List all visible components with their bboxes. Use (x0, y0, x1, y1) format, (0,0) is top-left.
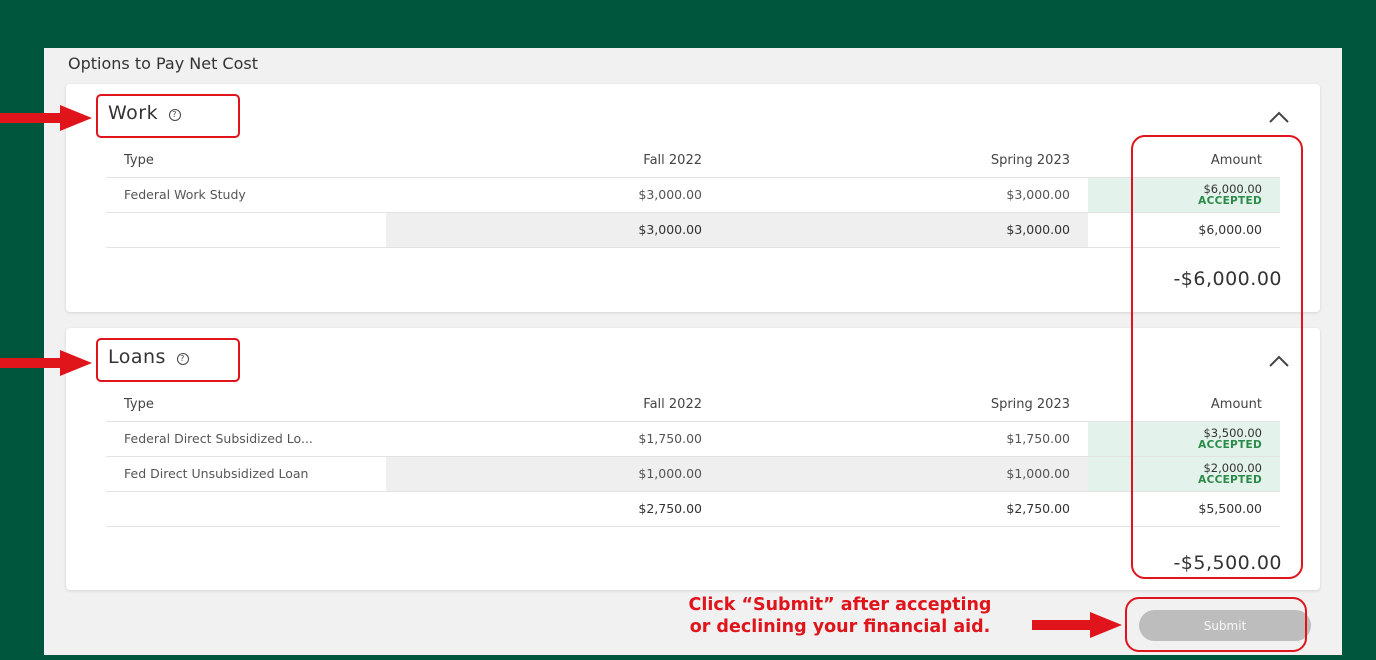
work-section-title: Work ? (96, 94, 240, 138)
column-header-type: Type (106, 389, 386, 422)
table-header-row: Type Fall 2022 Spring 2023 Amount (106, 145, 1280, 178)
table-row: Federal Work Study $3,000.00 $3,000.00 $… (106, 177, 1280, 213)
fall-amount: $3,000.00 (386, 177, 704, 213)
help-icon[interactable]: ? (168, 109, 181, 121)
table-row: Federal Direct Subsidized Lo... $1,750.0… (106, 421, 1280, 457)
column-header-fall: Fall 2022 (386, 145, 704, 178)
arrow-right-icon (1032, 612, 1122, 638)
totals-label-cell (106, 212, 386, 248)
column-header-spring: Spring 2023 (704, 145, 1088, 178)
arrow-right-icon (0, 105, 92, 131)
fall-amount: $1,750.00 (386, 421, 704, 457)
spring-total: $3,000.00 (704, 212, 1088, 248)
column-header-fall: Fall 2022 (386, 389, 704, 422)
spring-amount: $1,750.00 (704, 421, 1088, 457)
arrow-right-icon (0, 350, 92, 376)
totals-label-cell (106, 491, 386, 527)
aid-type: Federal Work Study (106, 177, 386, 213)
aid-type: Federal Direct Subsidized Lo... (106, 421, 386, 457)
loans-title-text: Loans (108, 346, 166, 368)
table-header-row: Type Fall 2022 Spring 2023 Amount (106, 389, 1280, 422)
table-row: Fed Direct Unsubsidized Loan $1,000.00 $… (106, 456, 1280, 492)
fall-amount: $1,000.00 (386, 456, 704, 492)
fall-total: $2,750.00 (386, 491, 704, 527)
fall-total: $3,000.00 (386, 212, 704, 248)
page-title: Options to Pay Net Cost (68, 54, 258, 73)
spring-total: $2,750.00 (704, 491, 1088, 527)
spring-amount: $1,000.00 (704, 456, 1088, 492)
work-table: Type Fall 2022 Spring 2023 Amount Federa… (106, 145, 1280, 248)
help-icon[interactable]: ? (176, 353, 189, 365)
loans-table: Type Fall 2022 Spring 2023 Amount Federa… (106, 389, 1280, 527)
work-title-text: Work (108, 102, 159, 124)
column-header-spring: Spring 2023 (704, 389, 1088, 422)
instruction-line-2: or declining your financial aid. (689, 617, 991, 637)
column-header-type: Type (106, 145, 386, 178)
instruction-line-1: Click “Submit” after accepting (688, 595, 992, 615)
spring-amount: $3,000.00 (704, 177, 1088, 213)
submit-instruction: Click “Submit” after accepting or declin… (664, 594, 1016, 638)
submit-highlight (1125, 597, 1307, 652)
totals-row: $2,750.00 $2,750.00 $5,500.00 (106, 491, 1280, 527)
totals-row: $3,000.00 $3,000.00 $6,000.00 (106, 212, 1280, 248)
amount-column-highlight (1131, 135, 1303, 579)
loans-section-title: Loans ? (96, 338, 240, 382)
chevron-up-icon[interactable] (1268, 110, 1290, 124)
aid-type: Fed Direct Unsubsidized Loan (106, 456, 386, 492)
